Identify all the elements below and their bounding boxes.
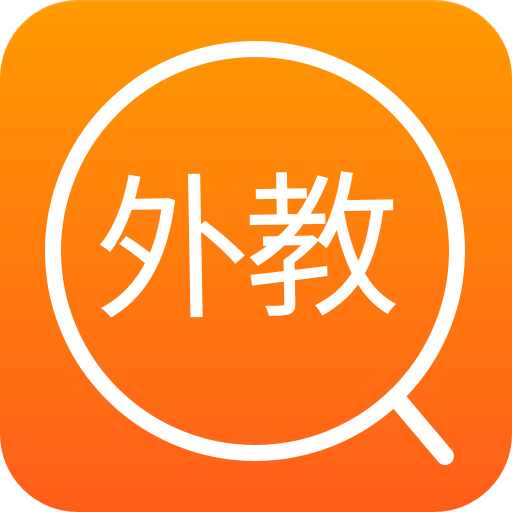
- app-icon[interactable]: 外教: [0, 0, 512, 512]
- magnifying-glass-icon: [45, 41, 465, 465]
